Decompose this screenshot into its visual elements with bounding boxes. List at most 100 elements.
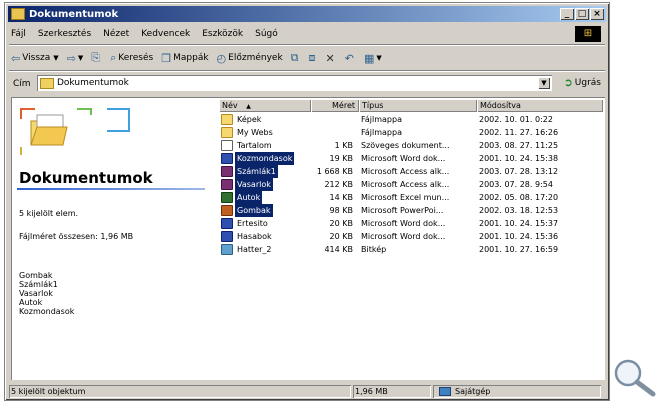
file-row[interactable]: Kozmondasok 19 KB Microsoft Word dok... 200… bbox=[209, 152, 603, 165]
views-icon: ▦ bbox=[363, 51, 375, 65]
go-arrow-icon: ➲ bbox=[563, 76, 573, 89]
folders-button[interactable]: ❒ Mappák bbox=[161, 52, 208, 65]
file-row[interactable]: My Webs Fájlmappa 2002. 11. 27. 16:26 bbox=[209, 126, 603, 139]
views-button[interactable]: ▦ ▼ bbox=[364, 52, 382, 65]
selected-name: Gombak bbox=[19, 271, 53, 280]
explorer-window: Dokumentumok _ □ × Fájl Szerkesztés Néze… bbox=[4, 2, 610, 401]
file-row[interactable]: Vasarlok 212 KB Microsoft Access alk... 200… bbox=[209, 178, 603, 191]
move-to-button[interactable]: ⧉ bbox=[291, 51, 301, 65]
file-name: Képek bbox=[237, 115, 262, 124]
file-row[interactable]: Számlák1 1 668 KB Microsoft Access alk... 2… bbox=[209, 165, 603, 178]
file-name: Számlák1 bbox=[235, 165, 278, 178]
file-name: Kozmondasok bbox=[235, 152, 295, 165]
file-type: Szöveges dokument... bbox=[361, 141, 450, 150]
copy-to-button[interactable]: ⧈ bbox=[309, 51, 318, 65]
move-to-icon: ⧉ bbox=[290, 51, 299, 64]
search-button[interactable]: ⌕ Keresés bbox=[110, 51, 153, 65]
menu-edit[interactable]: Szerkesztés bbox=[38, 29, 91, 39]
file-type: Microsoft Word dok... bbox=[361, 232, 446, 241]
copy-to-icon: ⧈ bbox=[308, 51, 316, 64]
file-size: 1 KB bbox=[334, 141, 353, 150]
zoom-icon[interactable] bbox=[608, 356, 660, 398]
total-size: Fájlméret összesen: 1,96 MB bbox=[19, 232, 134, 241]
menu-help[interactable]: Súgó bbox=[255, 29, 278, 39]
word-icon bbox=[221, 231, 233, 242]
file-type: Fájlmappa bbox=[361, 128, 402, 137]
column-header-name[interactable]: Név ▲ bbox=[219, 99, 311, 112]
address-label: Cím bbox=[13, 79, 31, 89]
menu-view[interactable]: Nézet bbox=[103, 29, 129, 39]
file-size: 20 KB bbox=[329, 232, 353, 241]
column-header-size[interactable]: Méret bbox=[311, 99, 359, 112]
file-name: Vasarlok bbox=[235, 178, 273, 191]
chevron-down-icon[interactable]: ▼ bbox=[78, 54, 83, 62]
file-name: Ertesito bbox=[237, 219, 268, 228]
history-button[interactable]: ◴ Előzmények bbox=[217, 52, 283, 65]
menu-favorites[interactable]: Kedvencek bbox=[141, 29, 190, 39]
file-row[interactable]: Tartalom 1 KB Szöveges dokument... 2003. 08… bbox=[209, 139, 603, 152]
file-size: 98 KB bbox=[329, 206, 353, 215]
file-row[interactable]: Autok 14 KB Microsoft Excel mun... 2002. 05… bbox=[209, 191, 603, 204]
back-arrow-icon: ⇦ bbox=[11, 51, 21, 65]
status-bar: 5 kijelölt objektum 1,96 MB Sajátgép bbox=[9, 385, 605, 398]
file-row[interactable]: Ertesito 20 KB Microsoft Word dok... 2001. … bbox=[209, 217, 603, 230]
file-type: Microsoft PowerPoi... bbox=[361, 206, 444, 215]
forward-arrow-icon: ⇨ bbox=[66, 51, 76, 65]
selected-name: Számlák1 bbox=[19, 280, 58, 289]
address-input[interactable]: Dokumentumok ▼ bbox=[37, 75, 552, 91]
file-size: 212 KB bbox=[324, 180, 353, 189]
selected-name: Autok bbox=[19, 298, 43, 307]
title-bar[interactable]: Dokumentumok _ □ × bbox=[8, 6, 606, 22]
address-dropdown-button[interactable]: ▼ bbox=[538, 77, 550, 89]
file-row[interactable]: Képek Fájlmappa 2002. 10. 01. 0:22 bbox=[209, 113, 603, 126]
file-row[interactable]: Hasabok 20 KB Microsoft Word dok... 2001. 1… bbox=[209, 230, 603, 243]
status-text: 5 kijelölt objektum bbox=[9, 385, 351, 398]
powerpoint-icon bbox=[221, 205, 233, 216]
chevron-down-icon[interactable]: ▼ bbox=[53, 54, 58, 62]
excel-icon bbox=[221, 192, 233, 203]
menu-file[interactable]: Fájl bbox=[11, 29, 26, 39]
file-modified: 2001. 10. 24. 15:36 bbox=[479, 232, 559, 241]
minimize-button[interactable]: _ bbox=[560, 8, 574, 20]
windows-logo-icon: ⊞ bbox=[575, 26, 601, 42]
forward-button[interactable]: ⇨ ▼ bbox=[67, 52, 84, 65]
maximize-button[interactable]: □ bbox=[575, 8, 589, 20]
separator bbox=[9, 70, 605, 72]
selected-names-list: Gombak Számlák1 Vasarlok Autok Kozmondas… bbox=[19, 271, 74, 316]
file-modified: 2002. 05. 08. 17:20 bbox=[479, 193, 559, 202]
back-button[interactable]: ⇦ Vissza ▼ bbox=[11, 52, 59, 65]
file-modified: 2002. 11. 27. 16:26 bbox=[479, 128, 559, 137]
text-file-icon bbox=[221, 140, 233, 151]
file-size: 1 668 KB bbox=[316, 167, 353, 176]
access-icon bbox=[221, 166, 233, 177]
close-button[interactable]: × bbox=[590, 8, 604, 20]
content-area: Dokumentumok 5 kijelölt elem. Fájlméret … bbox=[11, 97, 605, 380]
undo-icon: ↶ bbox=[344, 51, 354, 65]
file-row[interactable]: Gombak 98 KB Microsoft PowerPoi... 2002. 03… bbox=[209, 204, 603, 217]
access-icon bbox=[221, 179, 233, 190]
file-modified: 2001. 10. 24. 15:38 bbox=[479, 154, 559, 163]
undo-button[interactable]: ↶ bbox=[345, 52, 356, 65]
folder-icon bbox=[11, 8, 25, 20]
column-header-modified[interactable]: Módosítva bbox=[477, 99, 603, 112]
file-name: Tartalom bbox=[237, 141, 272, 150]
up-folder-button[interactable]: ⎘ bbox=[91, 51, 102, 65]
file-type: Microsoft Word dok... bbox=[361, 219, 446, 228]
file-type: Microsoft Access alk... bbox=[361, 167, 450, 176]
column-header-type[interactable]: Típus bbox=[359, 99, 477, 112]
chevron-down-icon[interactable]: ▼ bbox=[376, 54, 381, 62]
go-button[interactable]: ➲ Ugrás bbox=[564, 76, 601, 89]
menu-tools[interactable]: Eszközök bbox=[202, 29, 243, 39]
up-folder-icon: ⎘ bbox=[91, 51, 101, 64]
delete-button[interactable]: ✕ bbox=[326, 52, 337, 65]
pane-title: Dokumentumok bbox=[19, 169, 153, 187]
selected-name: Vasarlok bbox=[19, 289, 53, 298]
folder-icon bbox=[221, 127, 233, 138]
folder-icon bbox=[40, 77, 54, 89]
word-icon bbox=[221, 153, 233, 164]
file-size: 20 KB bbox=[329, 219, 353, 228]
file-row[interactable]: Hatter_2 414 KB Bitkép 2001. 10. 27. 16:59 bbox=[209, 243, 603, 256]
file-type: Fájlmappa bbox=[361, 115, 402, 124]
file-size: 19 KB bbox=[329, 154, 353, 163]
status-size: 1,96 MB bbox=[353, 385, 431, 398]
